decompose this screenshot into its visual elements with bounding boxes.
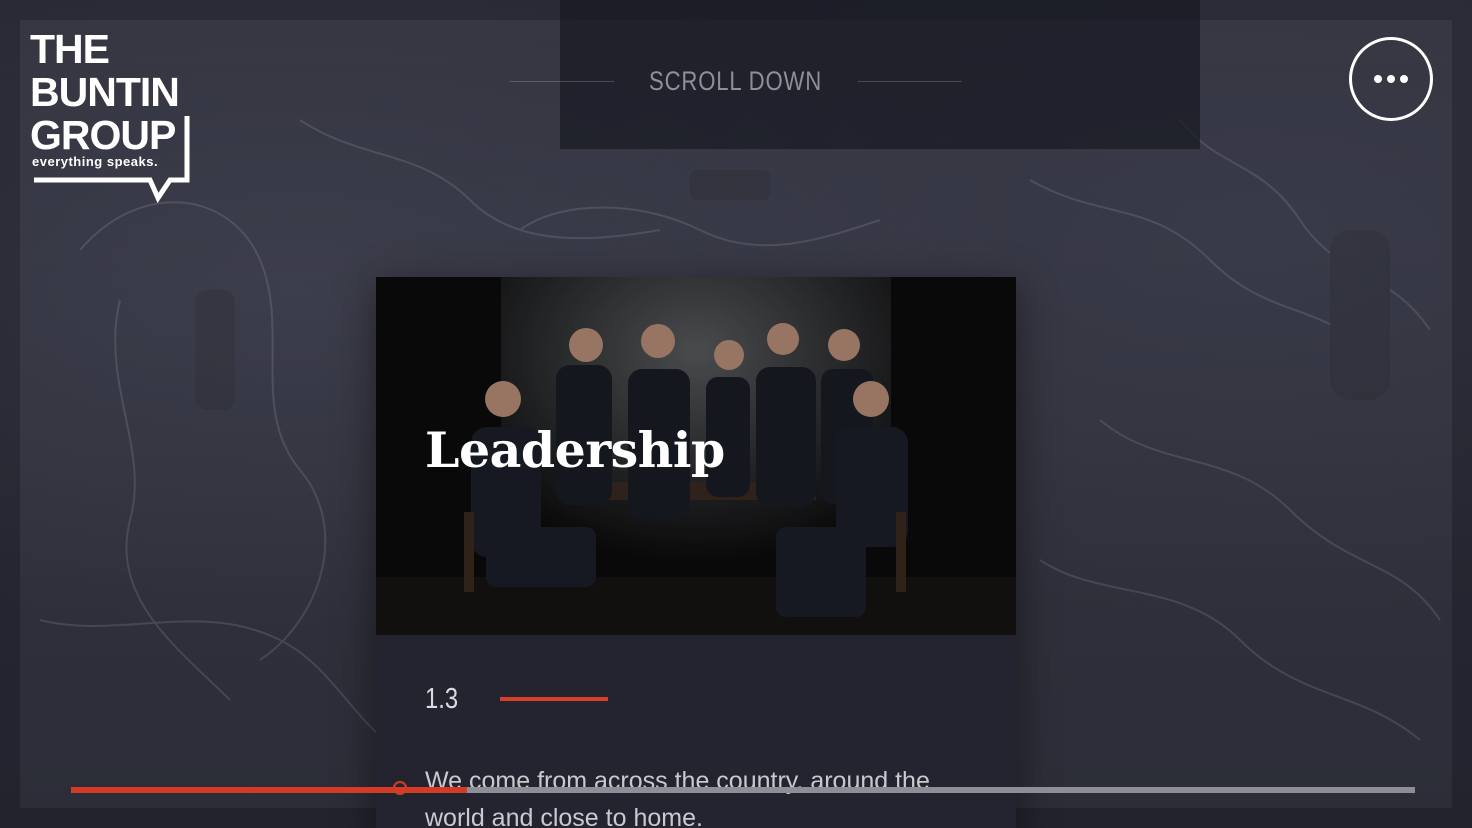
card-description: We come from across the country, around … [425,767,930,828]
section-number: 1.3 [425,683,459,715]
more-dots-icon [1400,75,1408,83]
brand-logo[interactable]: THE BUNTIN GROUP everything speaks. [30,28,200,204]
leadership-card[interactable]: Leadership 1.3 We come from across the c… [376,277,1016,828]
menu-button[interactable] [1349,37,1433,121]
progress-fill [71,787,468,793]
page: SCROLL DOWN THE BUNTIN GROUP everything … [0,0,1472,828]
scroll-down-hint[interactable]: SCROLL DOWN [510,62,962,100]
more-dots-icon [1387,75,1395,83]
team-photo: Leadership [376,277,1016,635]
scroll-hint-rule-right [857,80,962,82]
brand-tagline: everything speaks. [32,154,159,169]
scroll-down-label: SCROLL DOWN [649,65,823,96]
accent-rule [500,697,608,701]
brand-line-2: BUNTIN [30,69,180,115]
card-title: Leadership [425,421,725,479]
card-body: 1.3 We come from across the country, aro… [376,635,1016,828]
brand-line-1: THE [30,26,110,72]
progress-bar[interactable] [71,781,1415,795]
more-dots-icon [1374,75,1382,83]
scroll-hint-rule-left [510,80,615,82]
